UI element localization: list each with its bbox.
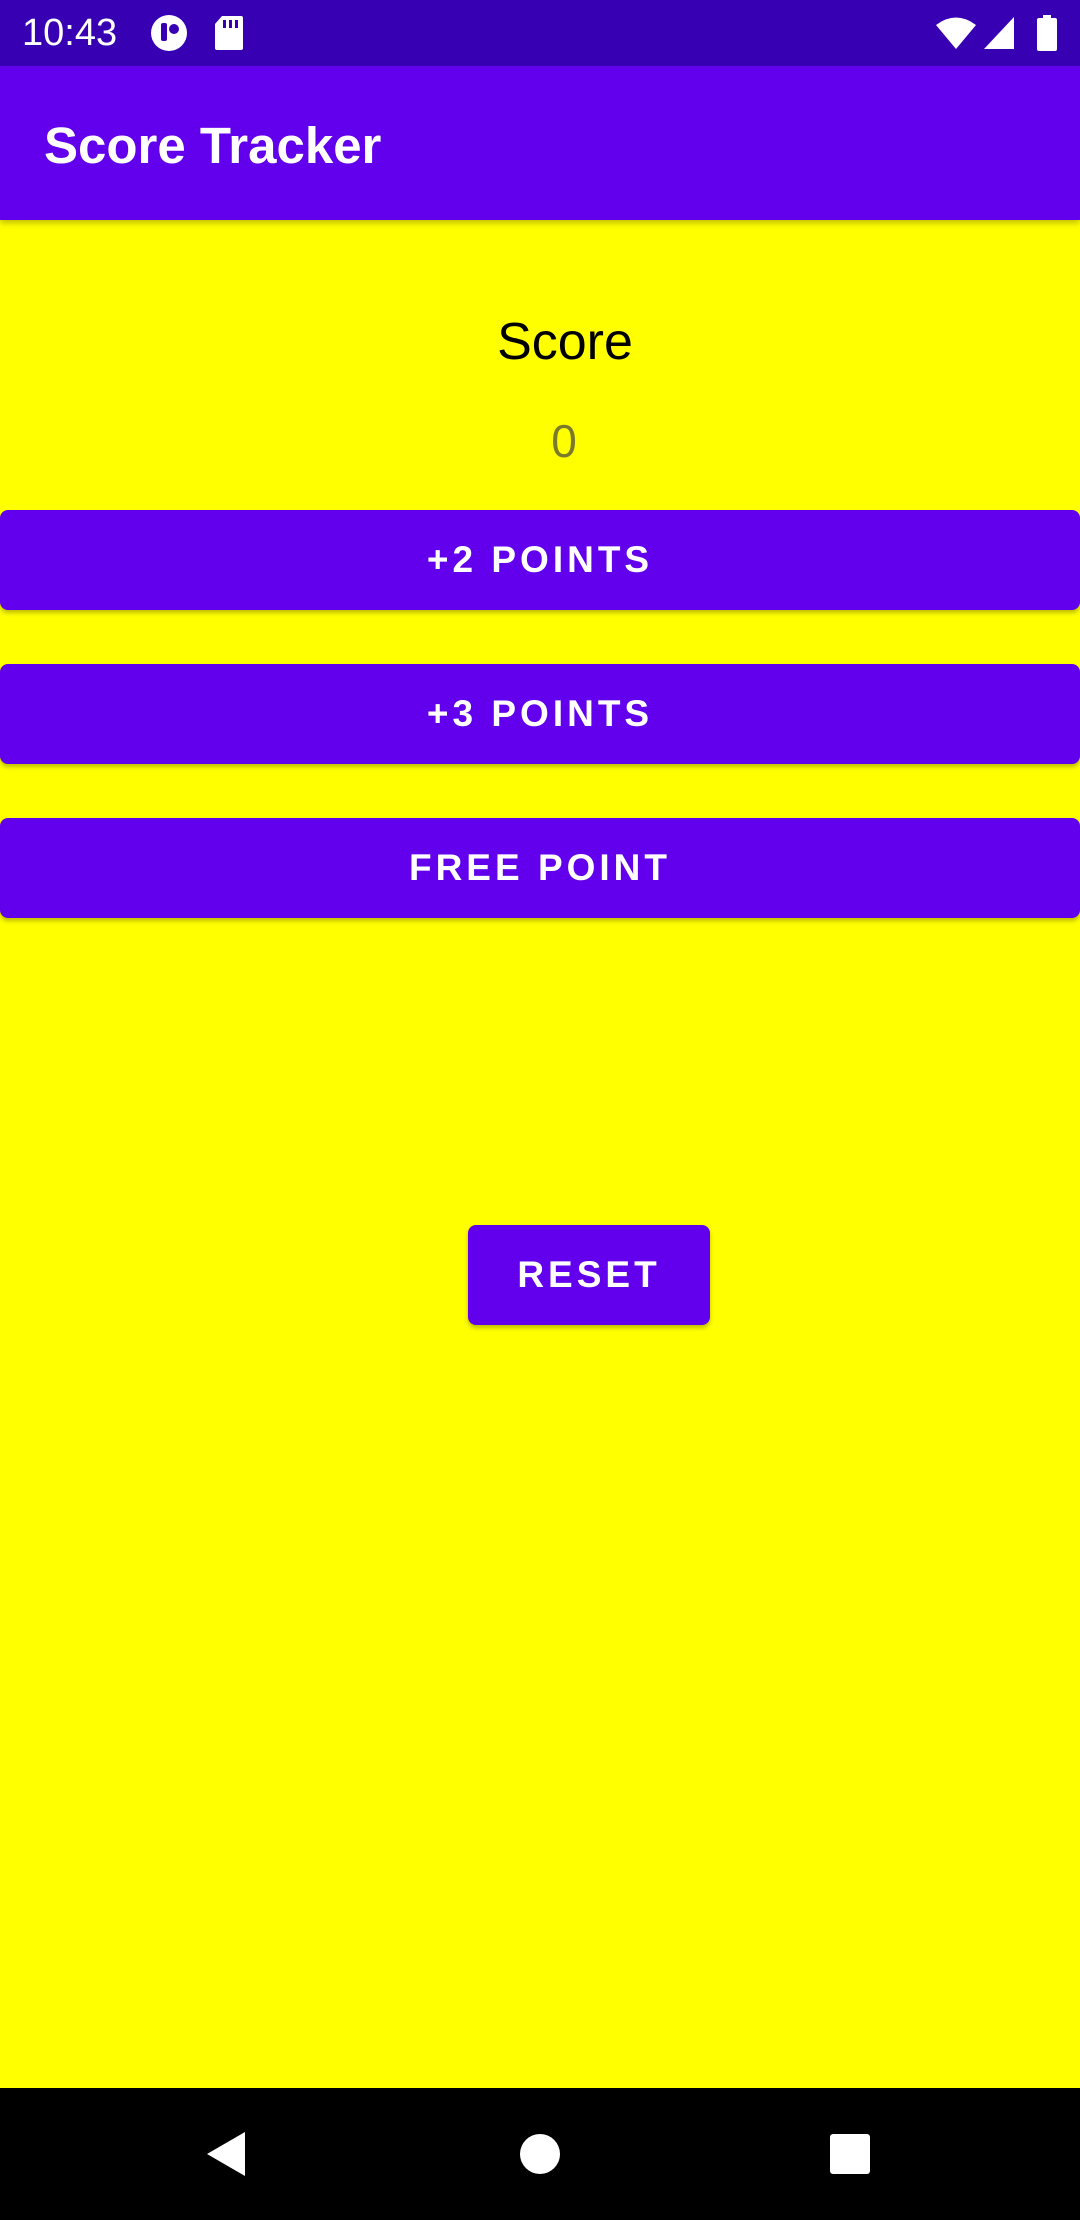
wifi-icon: [934, 0, 978, 66]
sd-card-icon: [212, 0, 246, 66]
score-label: Score: [497, 313, 633, 371]
app-title: Score Tracker: [44, 117, 382, 174]
app-bar: Score Tracker: [0, 66, 1080, 220]
status-time: 10:43: [22, 12, 118, 54]
battery-icon: [1034, 0, 1060, 66]
cell-signal-icon: [982, 0, 1016, 66]
notification-app-icon: [148, 0, 190, 66]
status-bar: 10:43: [0, 0, 1080, 66]
navigation-bar: [0, 2088, 1080, 2220]
home-icon[interactable]: [480, 2088, 600, 2220]
plus-three-points-button[interactable]: +3 POINTS: [0, 664, 1080, 764]
free-point-button[interactable]: FREE POINT: [0, 818, 1080, 918]
reset-button[interactable]: RESET: [468, 1225, 710, 1325]
score-value: 0: [551, 415, 577, 467]
recents-icon[interactable]: [790, 2088, 910, 2220]
screen: 10:43 Score Tracker Score 0 +2 POINTS +3…: [0, 0, 1080, 2220]
back-icon[interactable]: [166, 2088, 286, 2220]
plus-two-points-button[interactable]: +2 POINTS: [0, 510, 1080, 610]
